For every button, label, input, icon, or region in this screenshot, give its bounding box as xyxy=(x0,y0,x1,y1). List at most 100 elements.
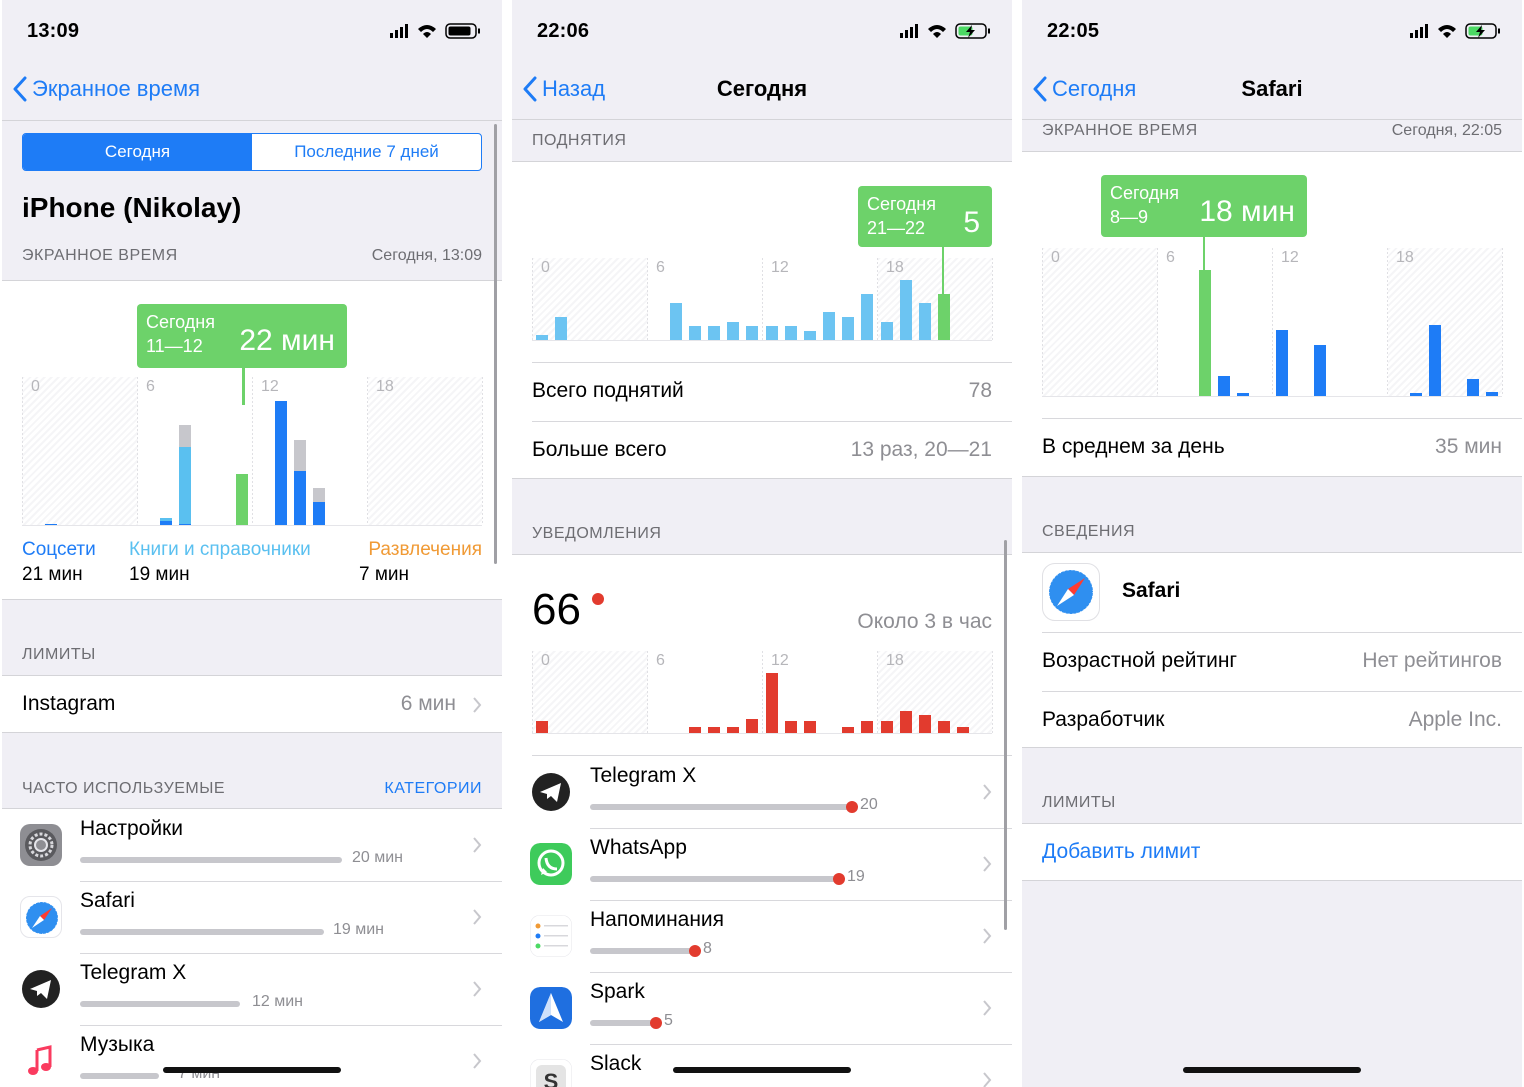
chart-bar[interactable] xyxy=(236,473,249,494)
chart-bar[interactable] xyxy=(274,401,287,525)
chart-bar[interactable] xyxy=(1313,344,1326,396)
screen-time-date: Сегодня, 22:05 xyxy=(1391,122,1502,139)
chart-bar[interactable] xyxy=(1237,393,1250,396)
chart-bar[interactable] xyxy=(727,321,740,340)
chart-bar[interactable] xyxy=(535,721,548,733)
chart-bar[interactable] xyxy=(1218,376,1231,396)
home-indicator[interactable] xyxy=(673,1067,851,1073)
slack-icon: S xyxy=(530,1059,572,1087)
chart-bar[interactable] xyxy=(1409,393,1422,396)
tooltip-day: Сегодня xyxy=(1110,183,1179,203)
tooltip-day: Сегодня xyxy=(867,194,936,214)
chart-bar[interactable] xyxy=(803,721,816,733)
chart-bar[interactable] xyxy=(784,326,797,340)
chart-bar[interactable] xyxy=(899,711,912,733)
chart-bar[interactable] xyxy=(957,727,970,733)
chart-bar[interactable] xyxy=(861,293,874,340)
chart-bar[interactable] xyxy=(784,721,797,733)
navbar: Экранное время xyxy=(2,60,502,120)
chart-bar[interactable] xyxy=(293,440,306,472)
chart-bar[interactable] xyxy=(236,521,249,523)
chart-bar[interactable] xyxy=(1275,329,1288,396)
app-row-reminders[interactable]: Напоминания 8 xyxy=(512,900,1012,972)
chart-bar[interactable] xyxy=(938,293,951,340)
chart-bar[interactable] xyxy=(236,493,249,522)
segment-last-7-days-label: Последние 7 дней xyxy=(294,142,439,161)
chart-bar[interactable] xyxy=(313,488,326,503)
segment-last-7-days[interactable]: Последние 7 дней xyxy=(252,134,481,170)
chart-bar[interactable] xyxy=(1486,391,1499,396)
chart-bar[interactable] xyxy=(765,673,778,733)
app-time: 19 мин xyxy=(333,921,385,938)
chart-bar[interactable] xyxy=(44,524,57,525)
status-icons xyxy=(900,23,990,39)
chart-bar[interactable] xyxy=(554,316,567,340)
telegram-icon xyxy=(20,968,62,1010)
chart-bar[interactable] xyxy=(1428,324,1441,396)
chart-bar[interactable] xyxy=(918,715,931,733)
developer-value: Apple Inc. xyxy=(1408,708,1502,731)
scrollbar[interactable] xyxy=(494,124,497,564)
chart-bar[interactable] xyxy=(293,471,306,525)
chart-bar[interactable] xyxy=(159,520,172,525)
notifications-chart xyxy=(532,651,992,733)
usage-bar xyxy=(80,1001,240,1007)
notification-count: 5 xyxy=(664,1012,673,1029)
chart-bar[interactable] xyxy=(1467,379,1480,396)
chart-bar[interactable] xyxy=(178,424,191,448)
chart-bar[interactable] xyxy=(765,326,778,340)
add-limit-button[interactable]: Добавить лимит xyxy=(1042,840,1200,864)
chart-bar[interactable] xyxy=(159,517,172,521)
home-indicator[interactable] xyxy=(163,1067,341,1073)
chart-bar[interactable] xyxy=(861,721,874,733)
limit-row-instagram[interactable]: Instagram 6 мин xyxy=(2,675,502,733)
chart-bar[interactable] xyxy=(535,335,548,340)
chart-bar[interactable] xyxy=(899,280,912,340)
app-row-whatsapp[interactable]: WhatsApp 19 xyxy=(512,828,1012,900)
app-row-telegram[interactable]: Telegram X 20 xyxy=(512,756,1012,828)
app-row-music[interactable]: Музыка 7 мин xyxy=(2,1025,502,1087)
app-row-telegram[interactable]: Telegram X 12 мин xyxy=(2,953,502,1025)
chart-bar[interactable] xyxy=(823,312,836,340)
chart-bar[interactable] xyxy=(236,522,249,525)
chart-bar[interactable] xyxy=(178,447,191,524)
app-row-safari[interactable]: Safari 19 мин xyxy=(2,881,502,953)
home-indicator[interactable] xyxy=(1183,1067,1361,1073)
legend-entertainment-time: 7 мин xyxy=(359,564,410,585)
chart-bar[interactable] xyxy=(1198,270,1211,396)
back-button[interactable]: Экранное время xyxy=(12,76,200,102)
chart-bar[interactable] xyxy=(688,326,701,340)
chart-bar[interactable] xyxy=(313,502,326,525)
chart-bar[interactable] xyxy=(918,303,931,340)
age-rating-value: Нет рейтингов xyxy=(1362,649,1502,672)
chart-bar[interactable] xyxy=(708,727,721,733)
chart-bar[interactable] xyxy=(746,326,759,340)
segment-today[interactable]: Сегодня xyxy=(23,134,252,170)
chart-bar[interactable] xyxy=(746,718,759,733)
spark-icon xyxy=(530,987,572,1029)
chart-bar[interactable] xyxy=(727,727,740,733)
add-limit-row[interactable]: Добавить лимит xyxy=(1022,823,1522,881)
chevron-right-icon xyxy=(983,856,992,872)
chart-bar[interactable] xyxy=(688,727,701,733)
scrollbar[interactable] xyxy=(1004,540,1007,930)
notification-dot xyxy=(846,801,858,813)
chart-bar[interactable] xyxy=(880,321,893,340)
app-row-slack[interactable]: S Slack xyxy=(512,1044,1012,1087)
categories-link[interactable]: КАТЕГОРИИ xyxy=(384,780,482,798)
chart-bar[interactable] xyxy=(842,727,855,733)
chart-bar[interactable] xyxy=(842,316,855,340)
app-row-spark[interactable]: Spark 5 xyxy=(512,972,1012,1044)
chart-bar[interactable] xyxy=(803,330,816,340)
pickups-card: 0 6 12 18 Сегодня 21—22 5 Всего поднятий … xyxy=(512,161,1012,479)
today-details: 22:06 Назад Сегодня ПОДНЯТИЯ 0 6 12 18 С… xyxy=(512,0,1012,1087)
chart-bar[interactable] xyxy=(938,721,951,733)
chart-bar[interactable] xyxy=(178,523,191,525)
notification-bar xyxy=(590,1020,656,1026)
chart-bar[interactable] xyxy=(669,303,682,340)
app-row-settings[interactable]: Настройки 20 мин xyxy=(2,809,502,881)
chart-bar[interactable] xyxy=(708,326,721,340)
app-name: Slack xyxy=(590,1052,642,1075)
app-name: Напоминания xyxy=(590,908,725,931)
chart-bar[interactable] xyxy=(880,721,893,733)
